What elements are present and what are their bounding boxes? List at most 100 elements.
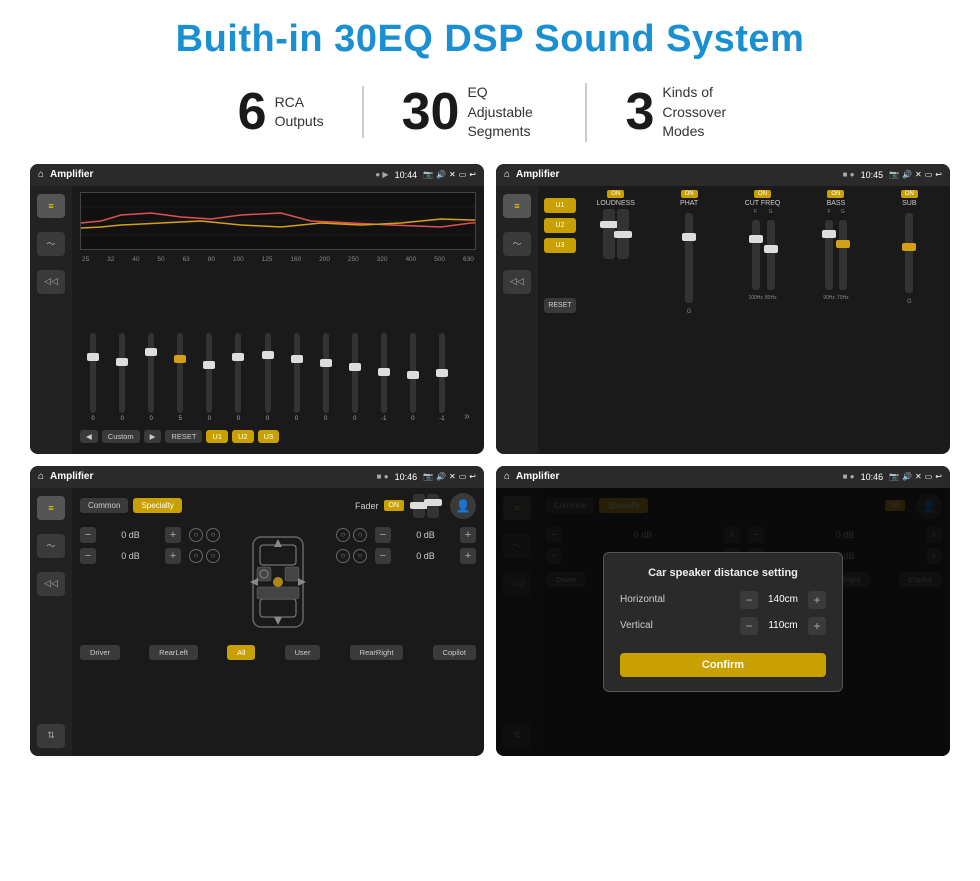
wave-icon-btn[interactable]: 〜 bbox=[37, 232, 65, 256]
status-icons-eq: 📷 🔊 ✕ ▭ ↩ bbox=[423, 170, 476, 179]
back-icon-dialog[interactable]: ↩ bbox=[935, 472, 942, 481]
dialog-title: Car speaker distance setting bbox=[620, 567, 826, 579]
home-icon-dialog[interactable]: ⌂ bbox=[504, 471, 510, 482]
fader-avatar-btn[interactable]: 👤 bbox=[450, 493, 476, 519]
eq-icon-btn[interactable]: ≡ bbox=[37, 194, 65, 218]
vol-ctrl-3: ○ ○ − 0 dB + bbox=[336, 527, 476, 543]
dialog-vertical-row: Vertical − 110cm + bbox=[620, 617, 826, 635]
eq-thumb-4[interactable] bbox=[203, 361, 215, 369]
fader-slider1[interactable] bbox=[413, 494, 425, 518]
loudness-on[interactable]: ON bbox=[607, 190, 624, 198]
home-icon-fader[interactable]: ⌂ bbox=[38, 471, 44, 482]
eq-thumb-2[interactable] bbox=[145, 348, 157, 356]
eq-thumb-11[interactable] bbox=[407, 371, 419, 379]
back-icon-cross[interactable]: ↩ bbox=[935, 170, 942, 179]
fader-on-badge[interactable]: ON bbox=[384, 500, 405, 511]
cross-reset-btn[interactable]: RESET bbox=[544, 298, 576, 313]
home-icon-cross[interactable]: ⌂ bbox=[504, 169, 510, 180]
window-icon-eq: ▭ bbox=[459, 170, 467, 179]
eq-sidebar: ≡ 〜 ◁◁ bbox=[30, 186, 72, 454]
time-fader: 10:46 bbox=[395, 472, 418, 482]
back-icon-eq[interactable]: ↩ bbox=[469, 170, 476, 179]
vol-minus-1[interactable]: − bbox=[80, 527, 96, 543]
back-icon-fader[interactable]: ↩ bbox=[469, 472, 476, 481]
cross-spk-btn[interactable]: ◁◁ bbox=[503, 270, 531, 294]
eq-thumb-7[interactable] bbox=[291, 355, 303, 363]
vol-minus-3[interactable]: − bbox=[375, 527, 391, 543]
loudness-slider1[interactable] bbox=[603, 209, 615, 259]
home-icon-eq[interactable]: ⌂ bbox=[38, 169, 44, 180]
fader-bottom-bar: Driver RearLeft All User RearRight Copil… bbox=[80, 645, 476, 660]
specialty-mode-btn[interactable]: Specialty bbox=[133, 498, 181, 513]
eq-u3-btn[interactable]: U3 bbox=[258, 430, 280, 443]
fader-spk-btn[interactable]: ◁◁ bbox=[37, 572, 65, 596]
eq-thumb-8[interactable] bbox=[320, 359, 332, 367]
vol-val-1: 0 dB bbox=[100, 530, 161, 540]
all-btn[interactable]: All bbox=[227, 645, 255, 660]
eq-thumb-0[interactable] bbox=[87, 353, 99, 361]
vol-plus-4[interactable]: + bbox=[460, 548, 476, 564]
dot-icons-eq: ● ▶ bbox=[375, 170, 388, 179]
eq-prev-btn[interactable]: ◀ bbox=[80, 430, 98, 443]
fader-arrow-btn[interactable]: ⇅ bbox=[37, 724, 65, 748]
rearright-btn[interactable]: RearRight bbox=[350, 645, 404, 660]
bass-slider-f[interactable] bbox=[825, 220, 833, 290]
vol-minus-4[interactable]: − bbox=[375, 548, 391, 564]
bass-slider-g[interactable] bbox=[839, 220, 847, 290]
rearleft-btn[interactable]: RearLeft bbox=[149, 645, 198, 660]
stats-row: 6 RCAOutputs 30 EQ AdjustableSegments 3 … bbox=[30, 83, 950, 142]
user-btn[interactable]: User bbox=[285, 645, 321, 660]
eq-thumb-10[interactable] bbox=[378, 368, 390, 376]
cutfreq-on[interactable]: ON bbox=[754, 190, 771, 198]
confirm-button[interactable]: Confirm bbox=[620, 653, 826, 677]
eq-u2-btn[interactable]: U2 bbox=[232, 430, 254, 443]
vertical-minus-btn[interactable]: − bbox=[740, 617, 758, 635]
eq-play-btn[interactable]: ▶ bbox=[144, 430, 162, 443]
phat-on[interactable]: ON bbox=[681, 190, 698, 198]
eq-custom-btn[interactable]: Custom bbox=[102, 430, 140, 443]
speaker-icon-btn[interactable]: ◁◁ bbox=[37, 270, 65, 294]
cross-u1-btn[interactable]: U1 bbox=[544, 198, 576, 213]
eq-slider-8: 0 bbox=[313, 333, 339, 422]
driver-btn[interactable]: Driver bbox=[80, 645, 120, 660]
eq-thumb-9[interactable] bbox=[349, 363, 361, 371]
dot-icons-fader: ■ ● bbox=[377, 472, 389, 481]
copilot-btn[interactable]: Copilot bbox=[433, 645, 476, 660]
horizontal-minus-btn[interactable]: − bbox=[740, 591, 758, 609]
cross-u3-btn[interactable]: U3 bbox=[544, 238, 576, 253]
fader-main: Common Specialty Fader ON 👤 bbox=[72, 488, 484, 756]
bass-on[interactable]: ON bbox=[827, 190, 844, 198]
vertical-plus-btn[interactable]: + bbox=[808, 617, 826, 635]
sub-on[interactable]: ON bbox=[901, 190, 918, 198]
cross-wave-btn[interactable]: 〜 bbox=[503, 232, 531, 256]
cross-icon-btn[interactable]: ≡ bbox=[503, 194, 531, 218]
vol-plus-2[interactable]: + bbox=[165, 548, 181, 564]
eq-thumb-12[interactable] bbox=[436, 369, 448, 377]
eq-thumb-1[interactable] bbox=[116, 358, 128, 366]
phat-slider[interactable] bbox=[685, 213, 693, 303]
vol-plus-1[interactable]: + bbox=[165, 527, 181, 543]
loudness-slider2[interactable] bbox=[617, 209, 629, 259]
fader-top-bar: Common Specialty Fader ON 👤 bbox=[80, 493, 476, 519]
cross-u2-btn[interactable]: U2 bbox=[544, 218, 576, 233]
fader-slider2[interactable] bbox=[427, 494, 439, 518]
expand-icon[interactable]: » bbox=[458, 411, 476, 422]
speaker-circ-5: ○ bbox=[336, 528, 350, 542]
common-mode-btn[interactable]: Common bbox=[80, 498, 128, 513]
amplifier-title-cross: Amplifier bbox=[516, 169, 837, 180]
cutfreq-slider-g[interactable] bbox=[767, 220, 775, 290]
fader-wave-btn[interactable]: 〜 bbox=[37, 534, 65, 558]
cutfreq-slider-f[interactable] bbox=[752, 220, 760, 290]
horizontal-plus-btn[interactable]: + bbox=[808, 591, 826, 609]
page-wrapper: Buith-in 30EQ DSP Sound System 6 RCAOutp… bbox=[0, 0, 980, 766]
vol-minus-2[interactable]: − bbox=[80, 548, 96, 564]
eq-reset-btn[interactable]: RESET bbox=[165, 430, 202, 443]
fader-icon-btn[interactable]: ≡ bbox=[37, 496, 65, 520]
sub-slider[interactable] bbox=[905, 213, 913, 293]
eq-thumb-6[interactable] bbox=[262, 351, 274, 359]
eq-slider-4: 0 bbox=[196, 333, 222, 422]
dot-icons-cross: ■ ● bbox=[843, 170, 855, 179]
vol-plus-3[interactable]: + bbox=[460, 527, 476, 543]
eq-u1-btn[interactable]: U1 bbox=[206, 430, 228, 443]
eq-thumb-5[interactable] bbox=[232, 353, 244, 361]
